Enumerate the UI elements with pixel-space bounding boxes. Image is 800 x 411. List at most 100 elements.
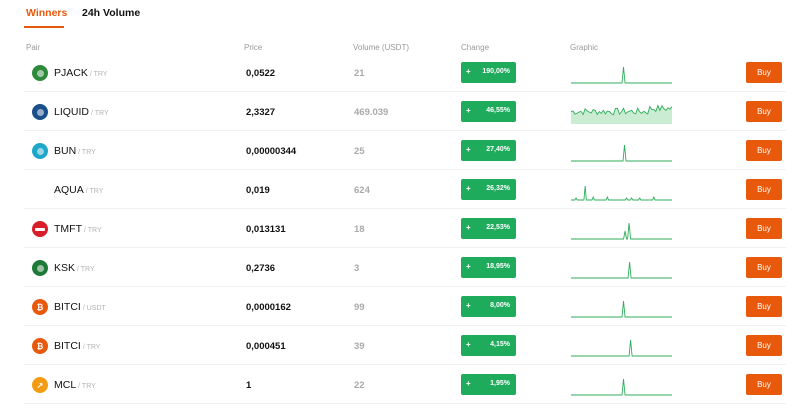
price-value: 0,019: [246, 185, 270, 196]
sparkline-chart: [571, 222, 672, 240]
sparkline-chart: [571, 300, 672, 318]
volume-value: 99: [354, 302, 365, 313]
sparkline-line: [571, 185, 672, 201]
price-value: 0,2736: [246, 263, 276, 274]
sparkline-chart: [571, 261, 672, 279]
change-prefix: +: [466, 379, 471, 388]
change-badge: +4,15%: [461, 335, 516, 356]
table-row[interactable]: AQUA / TRY 0,019 624 +26,32% Buy: [24, 170, 786, 209]
buy-button[interactable]: Buy: [746, 374, 782, 395]
pair-label: KSK / TRY: [54, 262, 95, 274]
pair-label: TMFT / TRY: [54, 223, 102, 235]
mcl-coin-icon: ↗: [32, 377, 48, 393]
sparkline-line: [571, 222, 672, 240]
pair-symbol: BUN: [54, 145, 77, 157]
buy-button[interactable]: Buy: [746, 257, 782, 278]
bun-coin-icon: [32, 143, 48, 159]
buy-button[interactable]: Buy: [746, 101, 782, 122]
buy-button[interactable]: Buy: [746, 335, 782, 356]
pair-quote: / TRY: [82, 344, 101, 351]
table-row[interactable]: ↗ MCL / TRY 1 22 +1,95% Buy: [24, 365, 786, 404]
volume-value: 22: [354, 380, 365, 391]
sparkline-chart: [571, 144, 672, 162]
table-row[interactable]: ₿ BITCI / TRY 0,000451 39 +4,15% Buy: [24, 326, 786, 365]
tab-24h-volume[interactable]: 24h Volume: [82, 7, 140, 19]
volume-value: 25: [354, 146, 365, 157]
change-prefix: +: [466, 184, 471, 193]
pair-quote: / USDT: [82, 305, 106, 312]
price-value: 0,00000344: [246, 146, 297, 157]
tab-bar: Winners 24h Volume: [0, 0, 800, 30]
change-badge: +8,00%: [461, 296, 516, 317]
pair-quote: / TRY: [77, 266, 95, 273]
buy-button[interactable]: Buy: [746, 62, 782, 83]
pair-label: BUN / TRY: [54, 145, 96, 157]
coin-icon-placeholder: [32, 182, 48, 198]
sparkline-chart: [571, 378, 672, 396]
tmft-coin-icon: [32, 221, 48, 237]
pair-symbol: BITCI: [54, 301, 81, 313]
change-value: 190,00%: [482, 68, 510, 75]
price-value: 0,0522: [246, 68, 276, 79]
buy-button[interactable]: Buy: [746, 296, 782, 317]
pair-quote: / TRY: [85, 188, 104, 195]
pair-symbol: AQUA: [54, 184, 84, 196]
ksk-coin-icon: [32, 260, 48, 276]
pjack-coin-icon: [32, 65, 48, 81]
pair-label: MCL / TRY: [54, 379, 96, 391]
change-badge: +22,53%: [461, 218, 516, 239]
sparkline-line: [571, 144, 672, 162]
change-value: 46,55%: [486, 107, 510, 114]
table-row[interactable]: PJACK / TRY 0,0522 21 +190,00% Buy: [24, 53, 786, 92]
pair-symbol: BITCI: [54, 340, 81, 352]
table-row[interactable]: TMFT / TRY 0,013131 18 +22,53% Buy: [24, 209, 786, 248]
pair-quote: / TRY: [89, 71, 108, 78]
pair-quote: / TRY: [78, 383, 96, 390]
table-row[interactable]: KSK / TRY 0,2736 3 +18,95% Buy: [24, 248, 786, 287]
sparkline-chart: [571, 339, 672, 357]
volume-value: 3: [354, 263, 360, 274]
change-value: 8,00%: [490, 302, 510, 309]
price-value: 1: [246, 380, 252, 391]
buy-button[interactable]: Buy: [746, 218, 782, 239]
buy-button[interactable]: Buy: [746, 140, 782, 161]
price-value: 2,3327: [246, 107, 276, 118]
sparkline-line: [571, 339, 672, 357]
bitci-coin-icon: ₿: [32, 299, 48, 315]
change-value: 26,32%: [486, 185, 510, 192]
pair-symbol: LIQUID: [54, 106, 90, 118]
volume-value: 624: [354, 185, 370, 196]
change-badge: +190,00%: [461, 62, 516, 83]
change-badge: +27,40%: [461, 140, 516, 161]
change-badge: +46,55%: [461, 101, 516, 122]
column-header-graphic: Graphic: [570, 43, 599, 52]
change-badge: +26,32%: [461, 179, 516, 200]
change-prefix: +: [466, 262, 471, 271]
price-value: 0,000451: [246, 341, 286, 352]
pair-symbol: PJACK: [54, 67, 88, 79]
volume-value: 21: [354, 68, 365, 79]
liquid-coin-icon: [32, 104, 48, 120]
column-header-pair: Pair: [26, 43, 41, 52]
sparkline-line: [571, 66, 672, 84]
change-value: 18,95%: [486, 263, 510, 270]
table-row[interactable]: ₿ BITCI / USDT 0,0000162 99 +8,00% Buy: [24, 287, 786, 326]
table-row[interactable]: LIQUID / TRY 2,3327 469.039 +46,55% Buy: [24, 92, 786, 131]
change-value: 27,40%: [486, 146, 510, 153]
sparkline-chart: [571, 66, 672, 84]
table-row[interactable]: BUN / TRY 0,00000344 25 +27,40% Buy: [24, 131, 786, 170]
price-value: 0,0000162: [246, 302, 291, 313]
column-header-volume: Volume (USDT): [353, 43, 410, 52]
pair-symbol: TMFT: [54, 223, 82, 235]
volume-value: 39: [354, 341, 365, 352]
tab-winners[interactable]: Winners: [26, 7, 67, 19]
buy-button[interactable]: Buy: [746, 179, 782, 200]
volume-value: 469.039: [354, 107, 389, 118]
pair-label: BITCI / USDT: [54, 301, 106, 313]
column-header-change: Change: [461, 43, 490, 52]
pair-label: BITCI / TRY: [54, 340, 100, 352]
sparkline-line: [571, 300, 672, 318]
change-prefix: +: [466, 301, 471, 310]
sparkline-line: [571, 378, 672, 396]
change-badge: +18,95%: [461, 257, 516, 278]
